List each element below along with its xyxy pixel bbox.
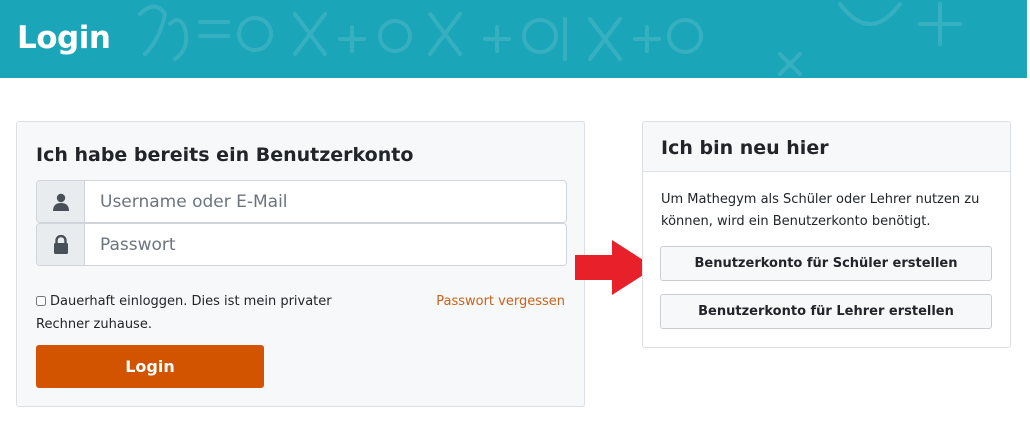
login-button[interactable]: Login (36, 345, 264, 388)
password-field[interactable] (85, 224, 566, 265)
username-input-group (36, 180, 567, 223)
remember-me[interactable]: Dauerhaft einloggen. Dies ist mein priva… (36, 290, 336, 336)
lock-icon (37, 224, 85, 265)
page-title: Login (17, 20, 111, 56)
create-teacher-account-button[interactable]: Benutzerkonto für Lehrer erstellen (660, 294, 992, 329)
username-field[interactable] (85, 181, 566, 222)
math-formula-background (138, 2, 962, 76)
password-input-group (36, 223, 567, 266)
create-student-account-button[interactable]: Benutzerkonto für Schüler erstellen (660, 246, 992, 281)
page-header: Login (0, 0, 1027, 78)
new-user-card: Ich bin neu hier Um Mathegym als Schüler… (642, 121, 1011, 348)
remember-me-checkbox[interactable] (36, 296, 46, 306)
new-user-card-heading: Ich bin neu hier (661, 137, 829, 159)
login-card: Ich habe bereits ein Benutzerkonto Dauer… (16, 121, 585, 407)
user-icon (37, 181, 85, 222)
remember-me-label: Dauerhaft einloggen. Dies ist mein priva… (36, 294, 332, 332)
login-card-heading: Ich habe bereits ein Benutzerkonto (36, 144, 414, 166)
new-user-description: Um Mathegym als Schüler oder Lehrer nutz… (661, 192, 980, 229)
forgot-password-link[interactable]: Passwort vergessen (436, 290, 565, 313)
